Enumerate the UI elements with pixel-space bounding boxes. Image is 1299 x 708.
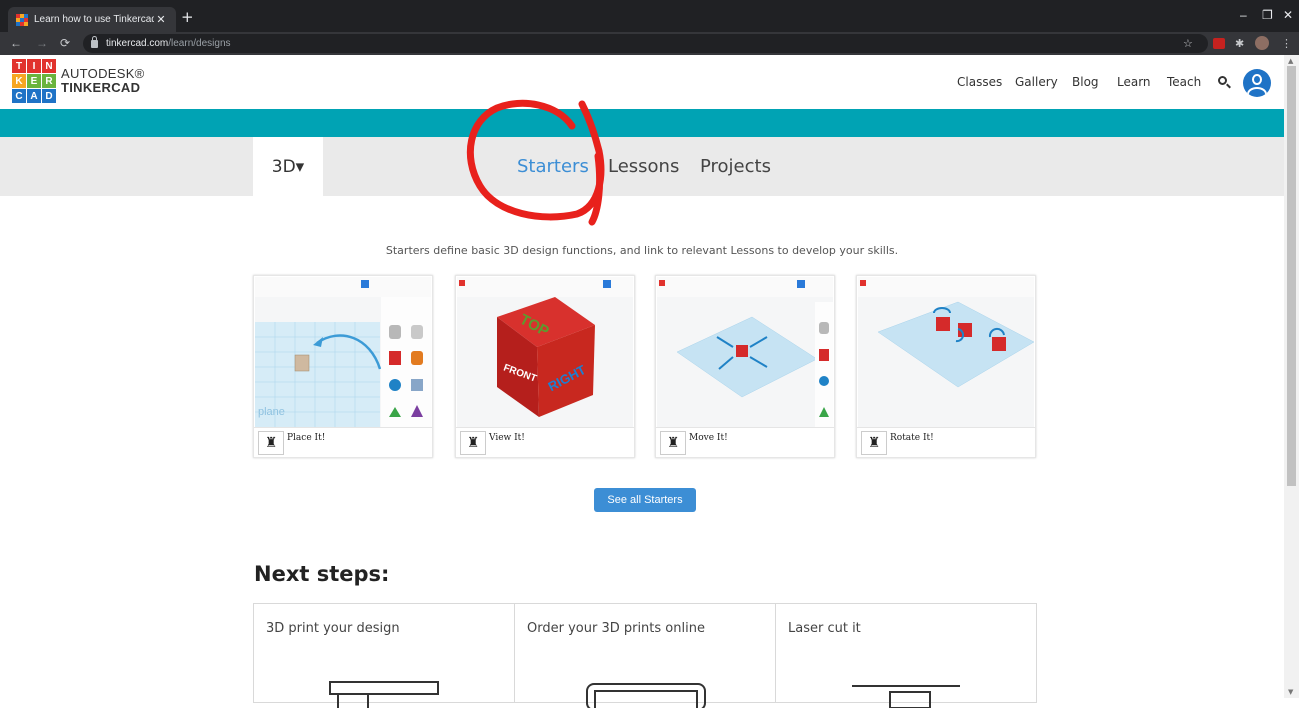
- nav-teach[interactable]: Teach: [1167, 75, 1201, 89]
- scroll-up-icon[interactable]: ▲: [1288, 57, 1293, 65]
- nav-learn[interactable]: Learn: [1117, 75, 1151, 89]
- tinkerbot-icon: ♜: [660, 431, 686, 455]
- card-thumbnail: [858, 277, 1034, 427]
- card-footer: ♜ Move It!: [656, 427, 834, 457]
- card-label: Place It!: [287, 433, 326, 443]
- card-footer: ♜ Rotate It!: [857, 427, 1035, 457]
- tinkerbot-icon: ♜: [258, 431, 284, 455]
- next-step-laser-cut[interactable]: Laser cut it: [775, 603, 1037, 708]
- dimension-dropdown[interactable]: 3D▾: [253, 137, 323, 197]
- laser-cutter-icon: [852, 685, 960, 708]
- starters-intro-text: Starters define basic 3D design function…: [385, 244, 899, 257]
- logo-letter: E: [27, 74, 41, 88]
- online-order-icon: [586, 683, 706, 708]
- logo-letter: K: [12, 74, 26, 88]
- logo-letter: D: [42, 89, 56, 103]
- logo-letter: T: [12, 59, 26, 73]
- card-thumbnail: plane: [255, 277, 431, 427]
- user-avatar-icon[interactable]: [1243, 69, 1271, 97]
- svg-text:plane: plane: [258, 406, 285, 418]
- card-label: Rotate It!: [890, 433, 934, 443]
- card-thumbnail: [657, 277, 833, 427]
- tinkerbot-icon: ♜: [861, 431, 887, 455]
- extensions-puzzle-icon[interactable]: ✱: [1235, 37, 1244, 50]
- scrollbar-thumb[interactable]: [1287, 66, 1296, 486]
- next-step-title: 3D print your design: [266, 621, 400, 636]
- nav-blog[interactable]: Blog: [1072, 75, 1099, 89]
- card-footer: ♜ Place It!: [254, 427, 432, 457]
- minimize-icon[interactable]: –: [1240, 8, 1247, 22]
- tab-lessons[interactable]: Lessons: [608, 156, 679, 177]
- brand-tinkercad: TINKERCAD: [61, 80, 141, 95]
- site-header: T I N K E R C A D AUTODESK® TINKERCAD Cl…: [0, 55, 1284, 109]
- scroll-down-icon[interactable]: ▼: [1288, 688, 1293, 696]
- logo-letter: A: [27, 89, 41, 103]
- new-tab-button[interactable]: +: [181, 8, 194, 26]
- card-footer: ♜ View It!: [456, 427, 634, 457]
- tab-starters[interactable]: Starters: [517, 156, 589, 177]
- card-thumbnail: TOP FRONT RIGHT: [457, 277, 633, 427]
- hero-band: [0, 109, 1284, 137]
- close-window-icon[interactable]: ✕: [1283, 8, 1293, 22]
- 3d-printer-icon: [329, 681, 439, 708]
- logo-letter: N: [42, 59, 56, 73]
- browser-tab[interactable]: Learn how to use Tinkercad | Tink ✕: [8, 7, 176, 32]
- next-step-3d-print[interactable]: 3D print your design: [253, 603, 515, 708]
- nav-classes[interactable]: Classes: [957, 75, 1002, 89]
- address-bar[interactable]: tinkercad.com /learn/designs: [83, 34, 1208, 53]
- profile-avatar-icon[interactable]: [1255, 36, 1269, 50]
- starter-card-rotate-it[interactable]: ♜ Rotate It!: [856, 275, 1036, 458]
- search-icon[interactable]: [1218, 76, 1227, 85]
- logo-letter: I: [27, 59, 41, 73]
- tinkercad-logo[interactable]: T I N K E R C A D: [12, 59, 56, 103]
- brand-autodesk: AUTODESK®: [61, 66, 145, 81]
- tinkercad-favicon-icon: [16, 13, 28, 26]
- maximize-icon[interactable]: ❐: [1262, 8, 1273, 22]
- tab-title: Learn how to use Tinkercad | Tink: [34, 14, 154, 25]
- forward-icon[interactable]: →: [36, 36, 48, 50]
- next-step-order-prints[interactable]: Order your 3D prints online: [514, 603, 776, 708]
- tinkerbot-icon: ♜: [460, 431, 486, 455]
- browser-toolbar: ← → ⟳ tinkercad.com /learn/designs ☆ ✱ ⋮: [0, 32, 1299, 55]
- url-path: /learn/designs: [168, 38, 231, 49]
- next-step-title: Order your 3D prints online: [527, 621, 705, 636]
- browser-tab-bar: Learn how to use Tinkercad | Tink ✕ + – …: [0, 0, 1299, 32]
- url-host: tinkercad.com: [106, 38, 169, 49]
- logo-letter: R: [42, 74, 56, 88]
- next-step-title: Laser cut it: [788, 621, 861, 636]
- extension-icon[interactable]: [1213, 38, 1225, 49]
- browser-menu-icon[interactable]: ⋮: [1281, 37, 1292, 50]
- nav-gallery[interactable]: Gallery: [1015, 75, 1058, 89]
- starter-card-view-it[interactable]: TOP FRONT RIGHT ♜ View It!: [455, 275, 635, 458]
- lock-icon: [91, 35, 98, 48]
- see-all-starters-button[interactable]: See all Starters: [594, 488, 696, 512]
- back-icon[interactable]: ←: [10, 36, 22, 50]
- card-label: View It!: [489, 433, 525, 443]
- reload-icon[interactable]: ⟳: [60, 36, 70, 50]
- tab-projects[interactable]: Projects: [700, 156, 771, 177]
- starter-card-place-it[interactable]: plane ♜ Place It!: [253, 275, 433, 458]
- brand-wordmark[interactable]: AUTODESK® TINKERCAD: [61, 67, 145, 95]
- tab-close-icon[interactable]: ✕: [154, 13, 168, 26]
- bookmark-star-icon[interactable]: ☆: [1183, 37, 1193, 50]
- logo-letter: C: [12, 89, 26, 103]
- starter-card-move-it[interactable]: ♜ Move It!: [655, 275, 835, 458]
- next-steps-heading: Next steps:: [254, 562, 390, 586]
- card-label: Move It!: [689, 433, 728, 443]
